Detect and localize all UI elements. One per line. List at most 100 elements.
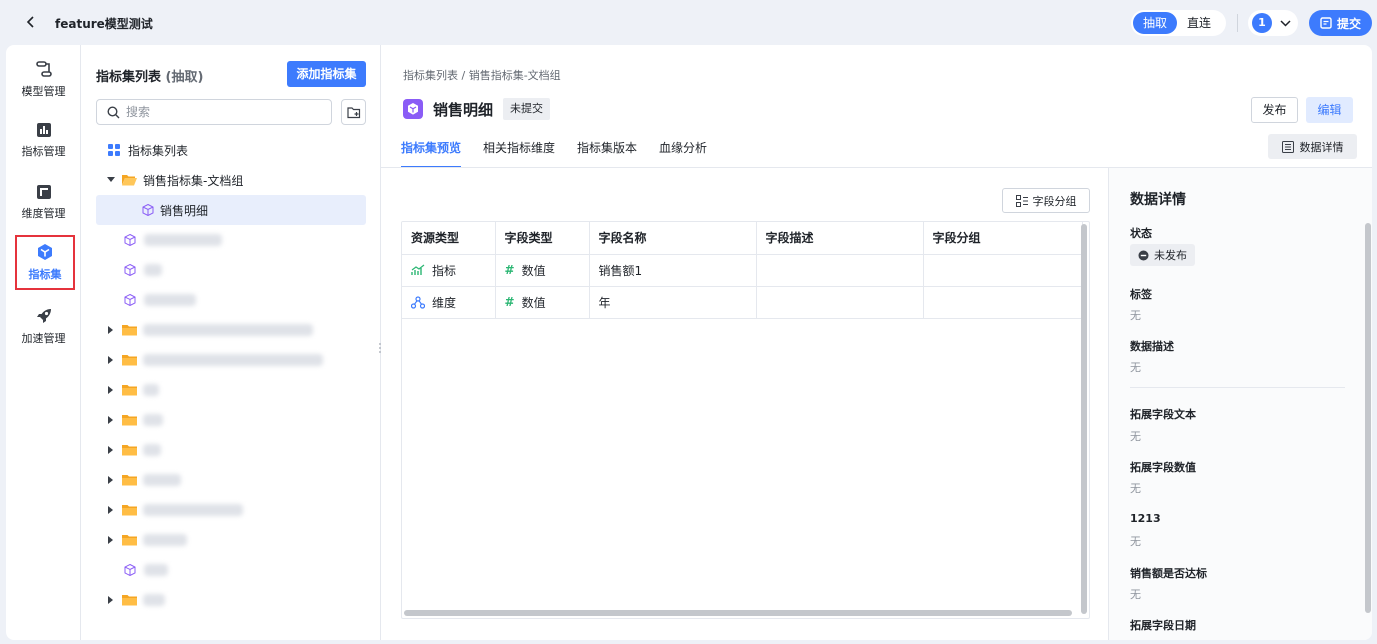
submit-label: 提交 (1336, 16, 1361, 31)
chevron-down-icon (1280, 19, 1291, 27)
tree-item-blurred[interactable] (96, 555, 366, 585)
cube-outline-icon (124, 294, 136, 306)
folder-icon (122, 474, 137, 486)
table-row[interactable]: 指标 # 数值 销售额1 (402, 254, 1083, 287)
tree-folder-blurred[interactable] (96, 405, 366, 435)
nav-item-acceleration[interactable]: 加速管理 (10, 298, 77, 354)
tree-folder-blurred[interactable] (96, 585, 366, 615)
page-header: 销售明细 未提交 (403, 98, 551, 120)
search-icon (107, 105, 120, 118)
nav-item-dimensions[interactable]: 维度管理 (10, 174, 77, 230)
metric-chart-icon (36, 122, 51, 137)
user-menu[interactable]: 1 (1248, 10, 1298, 36)
tree-folder-blurred[interactable] (96, 465, 366, 495)
tags-value: 无 (1130, 309, 1141, 322)
tab-preview[interactable]: 指标集预览 (401, 133, 462, 168)
tree-folder-item[interactable]: 销售指标集-文档组 (96, 165, 366, 195)
page-title: 销售明细 (433, 100, 494, 119)
column-header[interactable]: 字段分组 (923, 222, 1083, 255)
nav-label: 模型管理 (21, 84, 66, 98)
caret-right-icon[interactable] (104, 596, 118, 604)
resource-type: 维度 (432, 295, 457, 310)
column-header[interactable]: 字段类型 (495, 222, 590, 255)
grid-icon (108, 144, 120, 156)
publish-button[interactable]: 发布 (1251, 97, 1298, 123)
tags-label: 标签 (1130, 288, 1152, 301)
nav-item-model[interactable]: 模型管理 (10, 51, 77, 107)
ext-date-label: 拓展字段日期 (1130, 619, 1196, 632)
caret-right-icon[interactable] (104, 476, 118, 484)
tree-item-blurred[interactable] (96, 255, 366, 285)
add-metric-set-button[interactable]: 添加指标集 (287, 61, 366, 87)
ext-num-label: 拓展字段数值 (1130, 461, 1196, 474)
caret-right-icon[interactable] (104, 446, 118, 454)
caret-right-icon[interactable] (104, 416, 118, 424)
submit-button[interactable]: 提交 (1309, 10, 1372, 36)
blurred-label (143, 354, 323, 366)
field-group-icon (1015, 194, 1028, 207)
caret-down-icon[interactable] (104, 177, 118, 183)
folder-icon (122, 384, 137, 396)
tree-folder-blurred[interactable] (96, 375, 366, 405)
desc-value: 无 (1130, 361, 1141, 374)
edit-button[interactable]: 编辑 (1306, 97, 1353, 123)
column-header[interactable]: 字段描述 (756, 222, 924, 255)
table-row[interactable]: 维度 # 数值 年 (402, 286, 1083, 319)
tab-related-dimensions[interactable]: 相关指标维度 (483, 133, 555, 168)
field-type: 数值 (521, 295, 546, 310)
mode-direct-option[interactable]: 直连 (1177, 12, 1221, 34)
blurred-label (143, 474, 181, 486)
blurred-label (144, 294, 196, 306)
breadcrumb: 指标集列表 / 销售指标集-文档组 (403, 69, 561, 82)
avatar: 1 (1252, 13, 1272, 33)
tree-folder-blurred[interactable] (96, 315, 366, 345)
folder-icon (122, 534, 137, 546)
tree-root-item[interactable]: 指标集列表 (96, 135, 366, 165)
caret-right-icon[interactable] (104, 536, 118, 544)
caret-right-icon[interactable] (104, 356, 118, 364)
vertical-scrollbar[interactable] (1365, 223, 1371, 613)
field-group-button[interactable]: 字段分组 (1002, 188, 1090, 213)
field-group (923, 286, 1083, 319)
nav-item-metrics[interactable]: 指标管理 (10, 112, 77, 168)
caret-right-icon[interactable] (104, 506, 118, 514)
tree-title-text: 指标集列表 (96, 70, 162, 85)
sales-target-value: 无 (1130, 588, 1141, 601)
hash-icon: # (504, 263, 515, 277)
column-header[interactable]: 字段名称 (589, 222, 757, 255)
nav-item-metric-sets[interactable]: 指标集 (15, 235, 75, 290)
mode-toggle[interactable]: 抽取 直连 (1131, 10, 1226, 36)
data-detail-button[interactable]: 数据详情 (1268, 134, 1357, 159)
back-button[interactable] (22, 12, 40, 32)
blurred-label (144, 234, 222, 246)
tab-versions[interactable]: 指标集版本 (577, 133, 637, 168)
cube-outline-icon (124, 264, 136, 276)
new-folder-button[interactable] (341, 99, 366, 125)
tree-folder-blurred[interactable] (96, 435, 366, 465)
column-header[interactable]: 资源类型 (402, 222, 496, 255)
tree-folder-blurred[interactable] (96, 525, 366, 555)
status-label: 状态 (1130, 227, 1152, 240)
tree-item-blurred[interactable] (96, 225, 366, 255)
app-title: feature模型测试 (55, 17, 153, 31)
field-group-label: 字段分组 (1032, 194, 1077, 208)
tree-folder-blurred[interactable] (96, 495, 366, 525)
search-input[interactable] (126, 105, 306, 119)
horizontal-scrollbar[interactable] (404, 610, 1072, 616)
tree-folder-blurred[interactable] (96, 345, 366, 375)
tab-lineage[interactable]: 血缘分析 (659, 133, 707, 168)
tree-item-blurred[interactable] (96, 285, 366, 315)
search-box[interactable] (96, 99, 332, 125)
tree-selected-item[interactable]: 销售明细 (96, 195, 366, 225)
caret-right-icon[interactable] (104, 386, 118, 394)
mode-extract-option[interactable]: 抽取 (1133, 12, 1178, 34)
minus-circle-icon (1138, 250, 1149, 260)
blurred-label (144, 564, 168, 576)
tree-folder-label: 销售指标集-文档组 (143, 173, 244, 188)
caret-right-icon[interactable] (104, 326, 118, 334)
cube-outline-icon (124, 234, 136, 246)
main-panel: 模型管理 指标管理 维度管理 指标集 加速管理 指标集列表 (抽取) 添加指标集 (6, 45, 1372, 640)
cube-icon (403, 99, 423, 119)
vertical-scrollbar[interactable] (1081, 224, 1087, 614)
divider (1130, 387, 1345, 388)
